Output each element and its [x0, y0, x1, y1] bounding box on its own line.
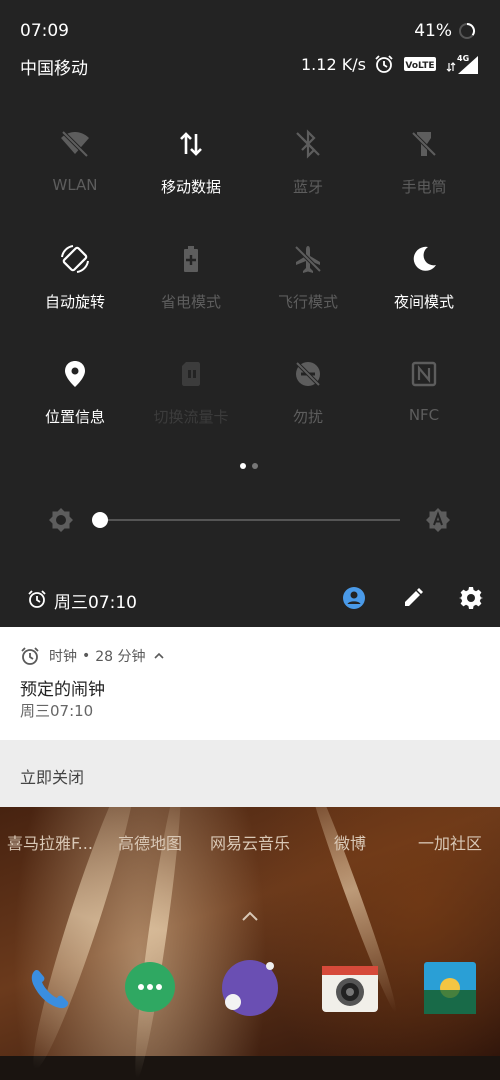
tile-label: 手电筒	[401, 178, 447, 196]
chevron-up-icon[interactable]	[238, 905, 262, 929]
settings-icon[interactable]	[459, 586, 483, 610]
wallpaper-streak	[128, 780, 188, 1080]
brightness-low-icon	[49, 508, 73, 532]
tile-mobile-data[interactable]: 移动数据	[133, 120, 249, 210]
brightness-slider[interactable]	[100, 519, 400, 521]
app-label[interactable]: 微博	[300, 830, 400, 854]
tile-do-not-disturb[interactable]: 勿扰	[250, 350, 366, 440]
dock	[0, 958, 500, 1018]
notification-text: 周三07:10	[20, 702, 94, 720]
dismiss-now-button[interactable]: 立即关闭	[0, 740, 500, 807]
page-dot-active	[240, 463, 246, 469]
notification-title: 预定的闹钟	[20, 680, 105, 700]
location-icon	[65, 361, 85, 387]
brightness-thumb[interactable]	[92, 512, 108, 528]
camera-icon[interactable]	[320, 958, 380, 1018]
wifi-off-icon	[61, 130, 89, 158]
mobile-data-icon	[180, 132, 202, 156]
tile-night-mode[interactable]: 夜间模式	[366, 235, 482, 325]
night-mode-icon	[413, 246, 436, 271]
next-alarm[interactable]: 周三07:10	[54, 588, 137, 613]
wallpaper-streak	[21, 760, 149, 1074]
alarm-icon	[28, 590, 46, 608]
page-dot	[252, 463, 258, 469]
network-type: 4G	[457, 54, 469, 63]
alarm-icon	[21, 647, 39, 665]
browser-icon[interactable]	[220, 958, 280, 1018]
notification-card[interactable]: 时钟 • 28 分钟 预定的闹钟 周三07:10	[0, 627, 500, 740]
tile-auto-rotate[interactable]: 自动旋转	[17, 235, 133, 325]
volte-badge: VoLTE	[404, 57, 436, 71]
app-label[interactable]: 网易云音乐	[200, 830, 300, 854]
airplane-mode-icon	[294, 245, 322, 273]
notification-time: 28 分钟	[95, 649, 146, 665]
battery-saver-icon	[184, 246, 198, 272]
phone-icon[interactable]	[20, 958, 80, 1018]
page-indicator[interactable]	[240, 463, 264, 471]
gallery-icon[interactable]	[420, 958, 480, 1018]
clock: 07:09	[20, 21, 69, 41]
tile-label: 勿扰	[292, 408, 323, 426]
app-label[interactable]: 一加社区	[400, 830, 500, 854]
edit-icon[interactable]	[401, 586, 425, 610]
tile-wlan[interactable]: WLAN	[17, 120, 133, 210]
signal-icon: 4G	[446, 54, 478, 74]
quick-settings-panel: 07:09 41% 中国移动 1.12 K/s VoLTE 4G WLAN 移动…	[0, 0, 500, 627]
volte-text: VoLTE	[405, 61, 434, 71]
tile-label: 移动数据	[160, 178, 221, 196]
carrier-row: 中国移动 1.12 K/s VoLTE 4G	[0, 52, 500, 79]
dismiss-now-label: 立即关闭	[20, 768, 85, 787]
chevron-up-icon[interactable]	[152, 649, 166, 663]
carrier-name: 中国移动	[20, 59, 88, 79]
tile-label: 切换流量卡	[153, 408, 229, 426]
auto-rotate-icon	[61, 245, 89, 273]
notification-header: 时钟 • 28 分钟	[20, 645, 166, 667]
sim-switch-icon	[182, 362, 200, 386]
tile-label: 蓝牙	[292, 178, 323, 196]
nfc-icon	[411, 361, 437, 387]
user-icon[interactable]	[342, 586, 366, 610]
app-label[interactable]: 喜马拉雅F...	[0, 830, 100, 854]
tile-label: WLAN	[52, 176, 98, 194]
tile-airplane-mode[interactable]: 飞行模式	[250, 235, 366, 325]
network-speed: 1.12 K/s	[301, 55, 366, 74]
tile-nfc[interactable]: NFC	[366, 350, 482, 440]
status-bar: 07:09 41%	[0, 0, 500, 46]
tile-battery-saver[interactable]: 省电模式	[133, 235, 249, 325]
tile-label: 夜间模式	[393, 293, 454, 311]
tile-location[interactable]: 位置信息	[17, 350, 133, 440]
tile-sim-switch: 切换流量卡	[133, 350, 249, 440]
tile-label: 自动旋转	[44, 293, 105, 311]
battery-percent: 41%	[414, 21, 452, 41]
battery-icon	[459, 23, 475, 39]
notification-separator: •	[82, 648, 91, 664]
quick-settings-footer: 周三07:10	[0, 580, 500, 620]
tile-label: NFC	[408, 406, 440, 424]
tile-flashlight[interactable]: 手电筒	[366, 120, 482, 210]
tile-bluetooth[interactable]: 蓝牙	[250, 120, 366, 210]
tile-label: 位置信息	[44, 408, 105, 426]
do-not-disturb-icon	[295, 361, 321, 387]
notification-app-name: 时钟	[49, 649, 77, 665]
alarm-icon	[375, 55, 393, 73]
home-app-labels: 喜马拉雅F... 高德地图 网易云音乐 微博 一加社区	[0, 830, 500, 854]
brightness-row	[0, 500, 500, 540]
messages-icon[interactable]	[120, 958, 180, 1018]
bluetooth-off-icon	[296, 129, 320, 159]
app-label[interactable]: 高德地图	[100, 830, 200, 854]
tile-label: 飞行模式	[277, 293, 338, 311]
flashlight-off-icon	[411, 131, 437, 157]
brightness-auto-icon[interactable]	[424, 506, 452, 534]
tile-label: 省电模式	[160, 293, 221, 311]
